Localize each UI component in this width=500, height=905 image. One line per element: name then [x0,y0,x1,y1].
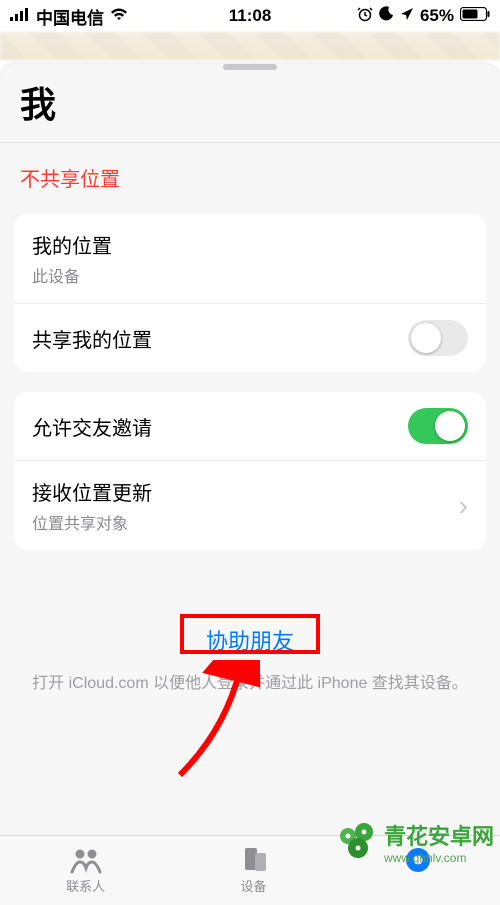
tab-contacts-label: 联系人 [66,876,105,895]
tab-devices-label: 设备 [240,876,266,895]
carrier-label: 中国电信 [36,4,104,29]
help-friend-desc: 打开 iCloud.com 以便他人登录并通过此 iPhone 查找其设备。 [0,660,500,696]
stop-sharing-button[interactable]: 不共享位置 [0,143,500,214]
me-sheet: 我 不共享位置 我的位置 此设备 共享我的位置 允许交友邀请 接收位置更新 位置… [0,64,500,864]
tab-me[interactable]: 我 [402,846,434,895]
status-bar: 中国电信 11:08 65% [0,0,500,32]
receive-updates-sub: 位置共享对象 [32,510,152,534]
sheet-grabber[interactable] [223,64,277,70]
help-friend-link[interactable]: 协助朋友 [192,620,308,660]
battery-pct: 65% [420,6,454,26]
allow-friend-requests-title: 允许交友邀请 [32,412,152,441]
alarm-icon [357,6,373,27]
tab-bar: 联系人 设备 我 [0,835,500,905]
my-location-row[interactable]: 我的位置 此设备 [14,214,486,303]
map-background [0,32,500,60]
do-not-disturb-icon [379,6,394,26]
page-title: 我 [0,76,500,142]
signal-icon [10,6,30,26]
devices-icon [238,846,270,874]
receive-updates-row[interactable]: 接收位置更新 位置共享对象 › [14,460,486,550]
allow-friend-requests-toggle[interactable] [408,408,468,444]
my-location-title: 我的位置 [32,230,112,259]
my-location-sub: 此设备 [32,263,112,287]
share-my-location-row: 共享我的位置 [14,303,486,372]
wifi-icon [110,6,128,26]
share-my-location-toggle[interactable] [408,320,468,356]
chevron-right-icon: › [459,492,468,520]
settings-group-location: 我的位置 此设备 共享我的位置 [14,214,486,372]
location-arrow-icon [400,6,414,26]
tab-devices[interactable]: 设备 [238,846,270,895]
status-time: 11:08 [229,6,272,26]
allow-friend-requests-row: 允许交友邀请 [14,392,486,460]
me-icon [402,846,434,874]
receive-updates-title: 接收位置更新 [32,477,152,506]
share-my-location-title: 共享我的位置 [32,324,152,353]
tab-contacts[interactable]: 联系人 [66,846,105,895]
help-friend-block: 协助朋友 打开 iCloud.com 以便他人登录并通过此 iPhone 查找其… [0,620,500,696]
settings-group-friends: 允许交友邀请 接收位置更新 位置共享对象 › [14,392,486,550]
contacts-icon [70,846,102,874]
battery-icon [460,6,490,26]
